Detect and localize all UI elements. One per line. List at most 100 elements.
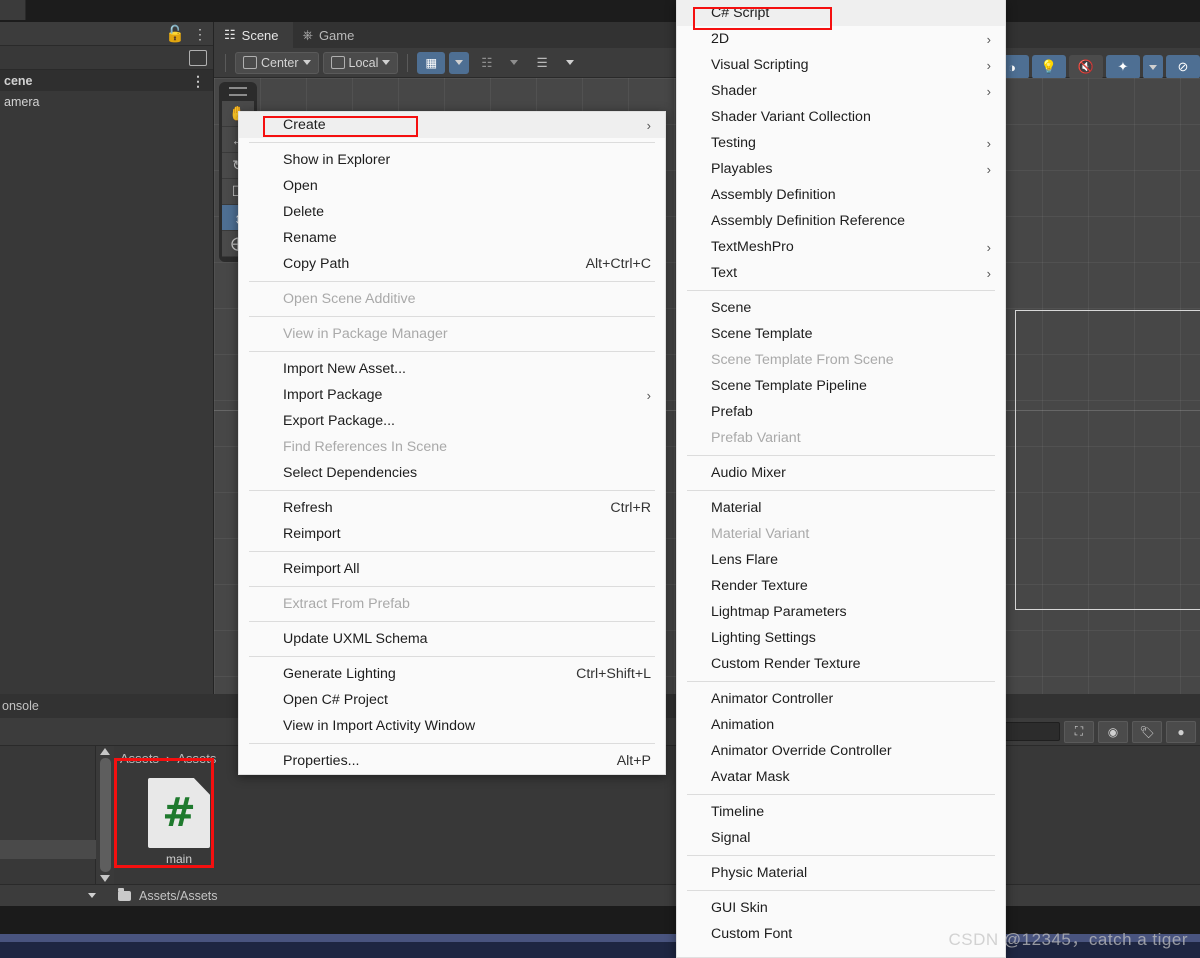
hierarchy-camera-row[interactable]: amera	[0, 91, 213, 112]
menu-item-animator-override-controller[interactable]: Animator Override Controller	[677, 738, 1005, 764]
scene-visibility-button[interactable]: ⊘	[1166, 55, 1200, 79]
menu-item-create[interactable]: Create ›	[239, 112, 665, 138]
expand-icon[interactable]: ⛶	[1064, 720, 1094, 743]
menu-item-import-new-asset[interactable]: Import New Asset...	[239, 356, 665, 382]
menu-item-delete[interactable]: Delete	[239, 199, 665, 225]
menu-item-view-in-import-activity-window[interactable]: View in Import Activity Window	[239, 713, 665, 739]
breadcrumb-item-0[interactable]: Assets	[120, 751, 159, 766]
menu-item-update-uxml-schema[interactable]: Update UXML Schema	[239, 626, 665, 652]
filter-by-label-icon[interactable]: 🏷	[1132, 720, 1162, 743]
lock-icon[interactable]: 🔓	[165, 26, 185, 43]
menu-item-2d[interactable]: 2D ›	[677, 26, 1005, 52]
menu-separator	[249, 281, 655, 282]
tab-scene[interactable]: ☷ Scene	[214, 22, 293, 48]
menu-item-shader-variant-collection[interactable]: Shader Variant Collection	[677, 104, 1005, 130]
menu-item-scene-template[interactable]: Scene Template	[677, 321, 1005, 347]
grid-snap-icon[interactable]: ▦	[417, 51, 446, 74]
menu-separator	[687, 681, 995, 682]
menu-item-scene-template-pipeline[interactable]: Scene Template Pipeline	[677, 373, 1005, 399]
scroll-down-icon[interactable]	[100, 875, 110, 882]
menu-item-text[interactable]: Text ›	[677, 260, 1005, 286]
menu-item-assembly-definition[interactable]: Assembly Definition	[677, 182, 1005, 208]
menu-separator	[687, 890, 995, 891]
scroll-thumb[interactable]	[99, 758, 111, 872]
menu-item-label: Import Package	[283, 387, 383, 403]
grid-snap-dropdown[interactable]	[449, 51, 470, 74]
project-tree-selected-row[interactable]	[0, 840, 96, 859]
pivot-mode-dropdown[interactable]: Center	[235, 51, 319, 74]
ruler-dropdown[interactable]	[560, 52, 580, 74]
menu-item-custom-render-texture[interactable]: Custom Render Texture	[677, 651, 1005, 677]
menu-item-textmeshpro[interactable]: TextMeshPro ›	[677, 234, 1005, 260]
menu-item-generate-lighting[interactable]: Generate Lighting Ctrl+Shift+L	[239, 661, 665, 687]
menu-item-timeline[interactable]: Timeline	[677, 799, 1005, 825]
menu-item-label: View in Import Activity Window	[283, 718, 476, 734]
asset-tile-main[interactable]: # main	[138, 778, 220, 866]
hierarchy-header: 🔓 ⋮	[0, 22, 213, 46]
window-menu-button[interactable]	[0, 0, 26, 20]
hierarchy-menu-icon[interactable]: ⋮	[193, 27, 207, 41]
project-context-menu[interactable]: Create › Show in Explorer Open Delete Rename C…	[238, 111, 666, 775]
menu-item-select-dependencies[interactable]: Select Dependencies	[239, 460, 665, 486]
menu-item-copy-path[interactable]: Copy Path Alt+Ctrl+C	[239, 251, 665, 277]
handle-space-label: Local	[348, 55, 379, 70]
ruler-icon[interactable]: ☰	[528, 52, 555, 74]
menu-item-import-package[interactable]: Import Package ›	[239, 382, 665, 408]
menu-separator	[687, 290, 995, 291]
menu-item-c-script[interactable]: C# Script	[677, 0, 1005, 26]
menu-item-refresh[interactable]: Refresh Ctrl+R	[239, 495, 665, 521]
menu-item-audio-mixer[interactable]: Audio Mixer	[677, 460, 1005, 486]
menu-item-rename[interactable]: Rename	[239, 225, 665, 251]
menu-item-export-package[interactable]: Export Package...	[239, 408, 665, 434]
menu-item-lighting-settings[interactable]: Lighting Settings	[677, 625, 1005, 651]
menu-item-lightmap-parameters[interactable]: Lightmap Parameters	[677, 599, 1005, 625]
project-scrollbar[interactable]	[96, 746, 114, 884]
menu-item-playables[interactable]: Playables ›	[677, 156, 1005, 182]
lighting-button[interactable]: 💡	[1032, 55, 1066, 79]
menu-item-render-texture[interactable]: Render Texture	[677, 573, 1005, 599]
chevron-right-icon: ›	[646, 387, 651, 403]
menu-item-reimport[interactable]: Reimport	[239, 521, 665, 547]
mute-audio-button[interactable]: 🔇	[1069, 55, 1103, 79]
menu-item-signal[interactable]: Signal	[677, 825, 1005, 851]
handle-space-dropdown[interactable]: Local	[322, 51, 399, 74]
effects-button[interactable]: ✦	[1106, 55, 1140, 79]
watermark: CSDN @12345，catch a tiger	[948, 930, 1188, 949]
expand-icon[interactable]	[189, 49, 207, 66]
hierarchy-search-row[interactable]	[0, 46, 213, 70]
drag-handle[interactable]	[229, 87, 247, 96]
menu-item-assembly-definition-reference[interactable]: Assembly Definition Reference	[677, 208, 1005, 234]
scroll-up-icon[interactable]	[100, 748, 110, 755]
magnet-snap-icon[interactable]: ☷	[473, 52, 500, 74]
scene-kebab-icon[interactable]: ⋮	[191, 74, 205, 88]
menu-item-open-c-project[interactable]: Open C# Project	[239, 687, 665, 713]
menu-item-lens-flare[interactable]: Lens Flare	[677, 547, 1005, 573]
pivot-mode-label: Center	[261, 55, 299, 70]
favorites-icon[interactable]: ●	[1166, 720, 1196, 743]
project-folder-tree[interactable]	[0, 746, 96, 884]
menu-item-reimport-all[interactable]: Reimport All	[239, 556, 665, 582]
chevron-down-icon[interactable]	[88, 893, 96, 898]
tab-console-label[interactable]: onsole	[0, 699, 39, 713]
tab-game[interactable]: ⎈ Game	[293, 22, 369, 48]
menu-item-gui-skin[interactable]: GUI Skin	[677, 895, 1005, 921]
menu-item-prefab[interactable]: Prefab	[677, 399, 1005, 425]
menu-item-testing[interactable]: Testing ›	[677, 130, 1005, 156]
magnet-snap-dropdown[interactable]	[504, 52, 524, 74]
menu-item-avatar-mask[interactable]: Avatar Mask	[677, 764, 1005, 790]
menu-item-show-in-explorer[interactable]: Show in Explorer	[239, 147, 665, 173]
create-submenu[interactable]: C# Script 2D › Visual Scripting › Shader › Shad…	[676, 0, 1006, 958]
menu-item-shader[interactable]: Shader ›	[677, 78, 1005, 104]
effects-dropdown[interactable]	[1143, 55, 1163, 79]
breadcrumb-item-1[interactable]: Assets	[177, 751, 216, 766]
menu-item-visual-scripting[interactable]: Visual Scripting ›	[677, 52, 1005, 78]
menu-item-open[interactable]: Open	[239, 173, 665, 199]
menu-item-properties[interactable]: Properties... Alt+P	[239, 748, 665, 774]
menu-item-physic-material[interactable]: Physic Material	[677, 860, 1005, 886]
menu-item-scene[interactable]: Scene	[677, 295, 1005, 321]
menu-item-animator-controller[interactable]: Animator Controller	[677, 686, 1005, 712]
hierarchy-scene-row[interactable]: cene ⋮	[0, 70, 213, 91]
menu-item-animation[interactable]: Animation	[677, 712, 1005, 738]
filter-by-type-icon[interactable]: ◉	[1098, 720, 1128, 743]
menu-item-material[interactable]: Material	[677, 495, 1005, 521]
